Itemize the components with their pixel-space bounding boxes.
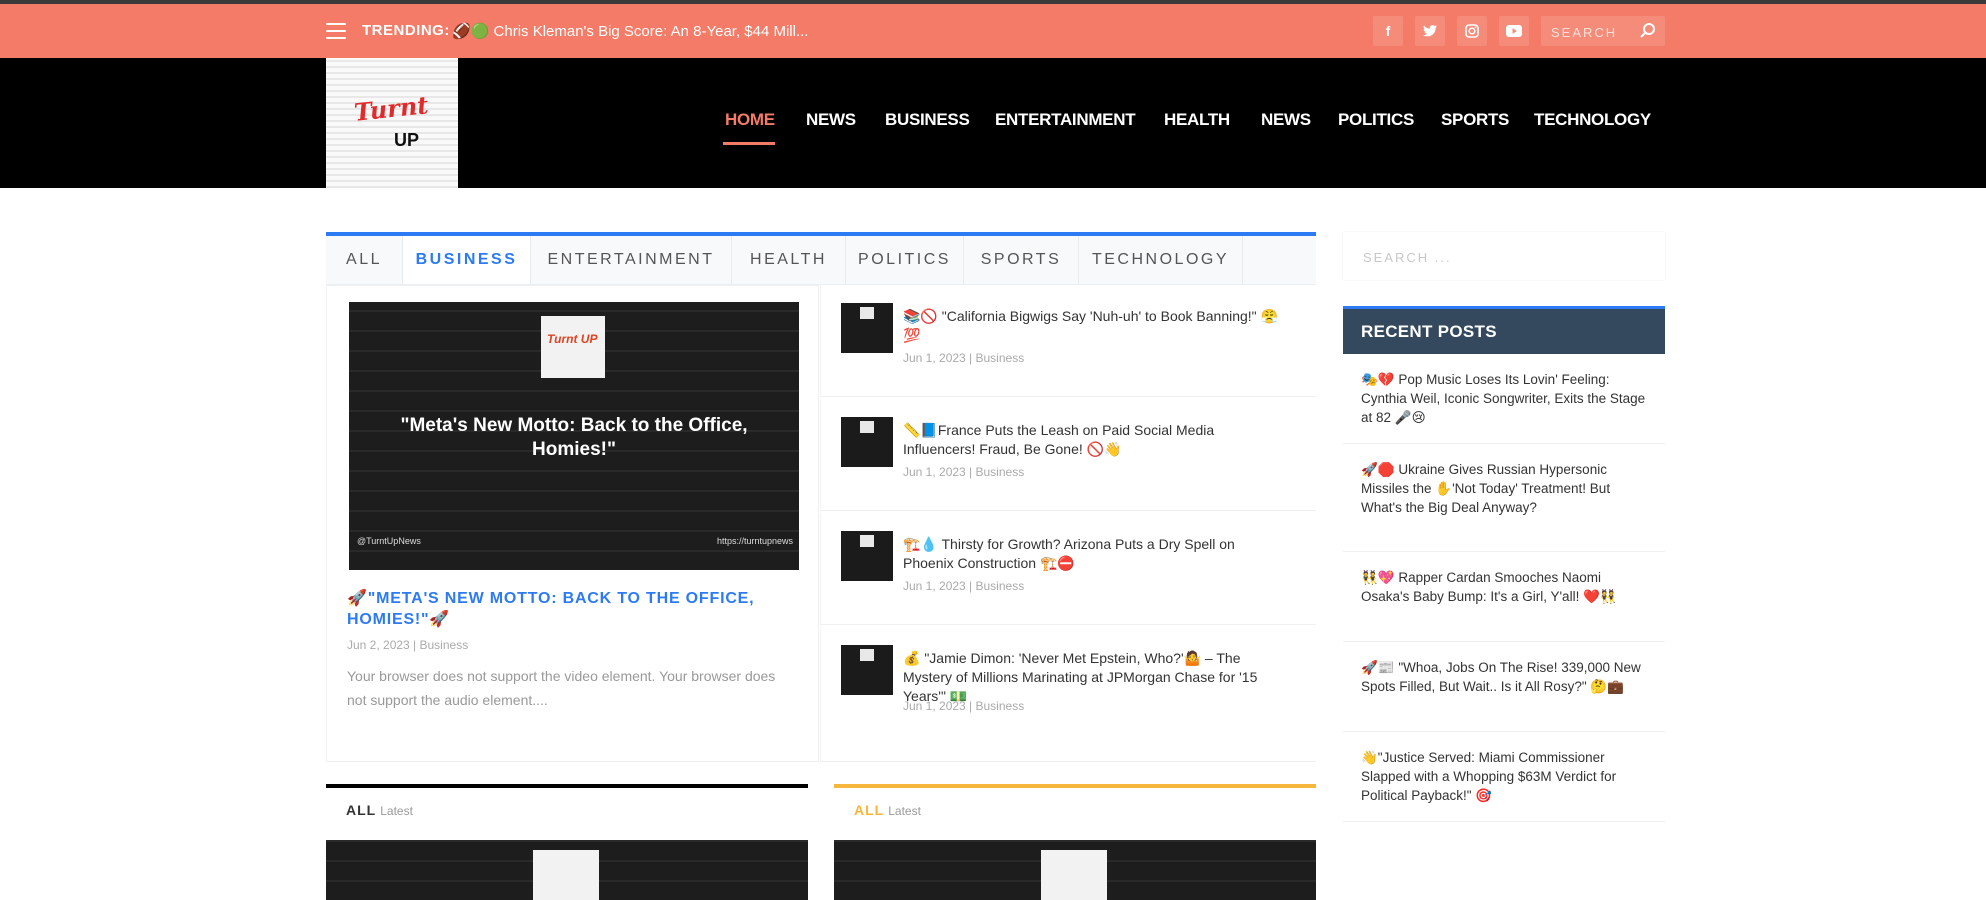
nav-news[interactable]: NEWS <box>806 110 856 130</box>
module-image[interactable] <box>834 840 1316 900</box>
trending-link[interactable]: 🏈🟢 Chris Kleman's Big Score: An 8-Year, … <box>452 22 808 40</box>
featured-image-handle: @TurntUpNews <box>357 536 421 546</box>
featured-post-excerpt: Your browser does not support the video … <box>347 668 776 708</box>
latest-module-right: ALL Latest <box>834 784 1316 900</box>
nav-entertainment[interactable]: ENTERTAINMENT <box>995 110 1136 130</box>
post-thumbnail[interactable] <box>841 303 893 353</box>
sidebar-search-input[interactable] <box>1361 246 1645 268</box>
facebook-icon[interactable]: f <box>1373 16 1403 46</box>
post-title[interactable]: 📏📘France Puts the Leash on Paid Social M… <box>903 421 1283 459</box>
trending-label: TRENDING: <box>362 22 450 39</box>
side-post-list: 📚🚫 "California Bigwigs Say 'Nuh-uh' to B… <box>820 285 1316 762</box>
post-title[interactable]: 🏗️💧 Thirsty for Growth? Arizona Puts a D… <box>903 535 1283 573</box>
tab-all[interactable]: ALL <box>326 236 403 284</box>
module-image[interactable] <box>326 840 808 900</box>
nav-technology[interactable]: TECHNOLOGY <box>1534 110 1651 130</box>
top-bar: TRENDING: 🏈🟢 Chris Kleman's Big Score: A… <box>0 4 1986 58</box>
nav-health[interactable]: HEALTH <box>1164 110 1230 130</box>
module-accent-bar <box>834 784 1316 788</box>
nav-news-2[interactable]: NEWS <box>1261 110 1311 130</box>
recent-post-title[interactable]: 🚀🛑 Ukraine Gives Russian Hypersonic Miss… <box>1361 460 1651 517</box>
recent-posts-heading: RECENT POSTS <box>1343 306 1665 354</box>
nav-sports[interactable]: SPORTS <box>1441 110 1509 130</box>
recent-post-item[interactable]: 👋"Justice Served: Miami Commissioner Sla… <box>1343 734 1665 822</box>
module-accent-bar <box>326 784 808 788</box>
menu-hamburger-icon[interactable] <box>326 23 346 39</box>
tab-technology[interactable]: TECHNOLOGY <box>1079 236 1243 284</box>
latest-module-left: ALL Latest <box>326 784 808 900</box>
featured-post-meta: Jun 2, 2023 | Business <box>347 638 469 652</box>
recent-post-item[interactable]: 🚀📰 "Whoa, Jobs On The Rise! 339,000 New … <box>1343 644 1665 732</box>
post-title[interactable]: 📚🚫 "California Bigwigs Say 'Nuh-uh' to B… <box>903 307 1283 345</box>
twitter-icon[interactable] <box>1415 16 1445 46</box>
post-thumbnail[interactable] <box>841 417 893 467</box>
site-header: Turnt UP HOME NEWS BUSINESS ENTERTAINMEN… <box>0 58 1986 188</box>
module-heading: ALL Latest <box>854 802 921 818</box>
sidebar-search-box <box>1343 232 1665 280</box>
tab-health[interactable]: HEALTH <box>732 236 846 284</box>
tab-politics[interactable]: POLITICS <box>846 236 964 284</box>
list-item[interactable]: 🏗️💧 Thirsty for Growth? Arizona Puts a D… <box>820 513 1316 625</box>
tab-sports[interactable]: SPORTS <box>964 236 1079 284</box>
recent-post-item[interactable]: 🚀🛑 Ukraine Gives Russian Hypersonic Miss… <box>1343 446 1665 552</box>
featured-image-logo: Turnt UP <box>541 316 605 378</box>
search-icon[interactable] <box>1639 22 1657 40</box>
post-meta: Jun 1, 2023 | Business <box>903 579 1025 593</box>
post-thumbnail[interactable] <box>841 645 893 695</box>
featured-image-quote: "Meta's New Motto: Back to the Office, H… <box>400 415 748 460</box>
featured-image-url: https://turntupnews <box>716 536 793 546</box>
top-search-box <box>1541 16 1665 46</box>
recent-post-title[interactable]: 🎭💔 Pop Music Loses Its Lovin' Feeling: C… <box>1361 370 1651 427</box>
instagram-icon[interactable] <box>1457 16 1487 46</box>
post-thumbnail[interactable] <box>841 531 893 581</box>
tab-entertainment[interactable]: ENTERTAINMENT <box>531 236 732 284</box>
featured-post-title[interactable]: 🚀"META'S NEW MOTTO: BACK TO THE OFFICE, … <box>347 588 787 630</box>
post-meta: Jun 1, 2023 | Business <box>903 351 1025 365</box>
featured-post: Turnt UP "Meta's New Motto: Back to the … <box>326 285 819 762</box>
tabbed-category-module: ALL BUSINESS ENTERTAINMENT HEALTH POLITI… <box>326 232 1316 762</box>
tab-business[interactable]: BUSINESS <box>403 236 531 284</box>
list-item[interactable]: 📏📘France Puts the Leash on Paid Social M… <box>820 399 1316 511</box>
recent-post-title[interactable]: 🚀📰 "Whoa, Jobs On The Rise! 339,000 New … <box>1361 658 1651 696</box>
nav-politics[interactable]: POLITICS <box>1338 110 1414 130</box>
post-meta: Jun 1, 2023 | Business <box>903 465 1025 479</box>
module-heading: ALL Latest <box>346 802 413 818</box>
post-meta: Jun 1, 2023 | Business <box>903 699 1025 713</box>
youtube-icon[interactable] <box>1499 16 1529 46</box>
recent-post-title[interactable]: 👯💖 Rapper Cardan Smooches Naomi Osaka's … <box>1361 568 1651 606</box>
nav-active-underline <box>723 142 775 145</box>
recent-post-title[interactable]: 👋"Justice Served: Miami Commissioner Sla… <box>1361 748 1651 805</box>
list-item[interactable]: 📚🚫 "California Bigwigs Say 'Nuh-uh' to B… <box>820 285 1316 397</box>
list-item[interactable]: 💰 "Jamie Dimon: 'Never Met Epstein, Who?… <box>820 627 1316 762</box>
recent-post-item[interactable]: 👯💖 Rapper Cardan Smooches Naomi Osaka's … <box>1343 554 1665 642</box>
nav-home[interactable]: HOME <box>725 110 775 130</box>
featured-image[interactable]: Turnt UP "Meta's New Motto: Back to the … <box>349 302 799 570</box>
top-search-input[interactable] <box>1549 22 1641 42</box>
nav-business[interactable]: BUSINESS <box>885 110 970 130</box>
recent-post-item[interactable]: 🎭💔 Pop Music Loses Its Lovin' Feeling: C… <box>1343 356 1665 444</box>
site-logo[interactable]: Turnt UP <box>326 58 458 188</box>
post-title[interactable]: 💰 "Jamie Dimon: 'Never Met Epstein, Who?… <box>903 649 1283 706</box>
